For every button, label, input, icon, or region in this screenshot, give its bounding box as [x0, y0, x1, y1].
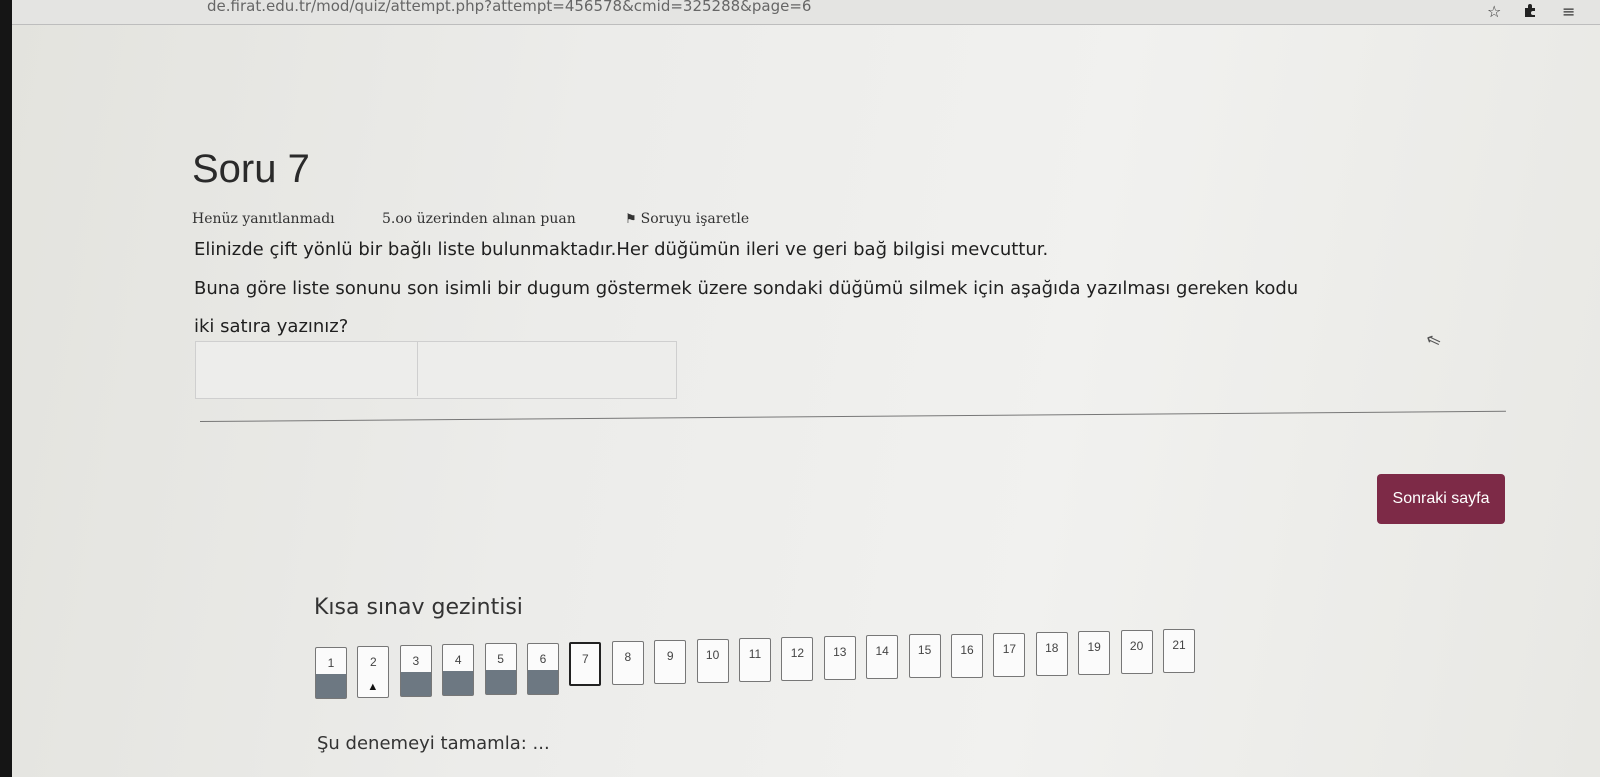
divider [199, 410, 1506, 422]
quiz-nav-button-number: 9 [666, 648, 674, 663]
quiz-nav-button-1[interactable]: 1 [315, 647, 347, 699]
quiz-nav-button-19[interactable]: 19 [1078, 630, 1111, 675]
quiz-nav-button-4[interactable]: 4 [442, 644, 475, 697]
quiz-nav-button-number: 7 [582, 651, 589, 666]
quiz-nav-button-number: 3 [412, 654, 420, 669]
question-points: 5.oo üzerinden alınan puan [382, 211, 576, 227]
quiz-nav-button-number: 5 [497, 652, 504, 667]
quiz-nav-button-number: 15 [917, 643, 932, 658]
quiz-nav-button-number: 11 [748, 647, 762, 661]
quiz-nav-button-18[interactable]: 18 [1035, 631, 1068, 676]
quiz-nav-button-5[interactable]: 5 [484, 643, 517, 696]
quiz-nav-button-15[interactable]: 15 [908, 634, 941, 679]
next-page-button[interactable]: Sonraki sayfa [1377, 474, 1505, 524]
question-text-line-2: Buna göre liste sonunu son isimli bir du… [194, 278, 1299, 299]
quiz-nav-button-2[interactable]: 2 ▲ [357, 646, 390, 699]
browser-toolbar: de.firat.edu.tr/mod/quiz/attempt.php?att… [12, 0, 1600, 25]
quiz-nav-button-8[interactable]: 8 [611, 640, 644, 685]
quiz-nav-button-number: 4 [454, 653, 462, 668]
quiz-nav-button-6[interactable]: 6 [527, 642, 559, 695]
question-text-line-3: iki satıra yazınız? [194, 316, 349, 337]
quiz-nav-button-10[interactable]: 10 [696, 638, 729, 683]
puzzle-icon[interactable] [1522, 2, 1538, 22]
quiz-nav-button-number: 20 [1129, 638, 1144, 653]
flag-label: Soruyu işaretle [640, 211, 750, 227]
quiz-nav-button-number: 14 [875, 644, 889, 659]
star-icon[interactable]: ☆ [1487, 2, 1501, 21]
quiz-nav-button-7[interactable]: 7 [569, 641, 602, 686]
screen-bezel [0, 0, 12, 777]
answer-input-1[interactable] [196, 342, 418, 396]
quiz-nav-button-number: 8 [624, 649, 632, 664]
quiz-nav-button-17[interactable]: 17 [993, 632, 1026, 677]
answer-area [195, 341, 677, 399]
quiz-nav-button-14[interactable]: 14 [866, 635, 899, 680]
quiz-nav-button-20[interactable]: 20 [1120, 629, 1153, 674]
quiz-nav-button-12[interactable]: 12 [781, 637, 814, 682]
quiz-nav-button-number: 2 [370, 655, 377, 670]
quiz-nav-button-number: 13 [833, 645, 847, 660]
quiz-nav-button-9[interactable]: 9 [654, 639, 687, 684]
quiz-nav-button-number: 16 [960, 642, 974, 657]
quiz-nav-button-number: 21 [1172, 638, 1186, 652]
quiz-nav-button-number: 19 [1087, 639, 1101, 654]
quiz-nav-button-3[interactable]: 3 [399, 645, 432, 698]
question-text-line-1: Elinizde çift yönlü bir bağlı liste bulu… [194, 239, 1049, 260]
answer-input-2[interactable] [418, 342, 674, 396]
menu-icon[interactable]: ≡ [1562, 2, 1575, 21]
question-title: Soru 7 [192, 147, 310, 191]
quiz-navigation-title: Kısa sınav gezintisi [314, 595, 523, 620]
flag-icon: ⚑ [625, 212, 637, 227]
address-bar[interactable]: de.firat.edu.tr/mod/quiz/attempt.php?att… [207, 0, 811, 15]
finish-attempt-link[interactable]: Şu denemeyi tamamla: ... [317, 733, 550, 754]
quiz-nav-button-16[interactable]: 16 [951, 633, 983, 678]
flag-question-link[interactable]: ⚑ Soruyu işaretle [625, 211, 749, 227]
quiz-nav-button-number: 1 [327, 656, 335, 670]
quiz-nav-button-number: 6 [539, 651, 547, 666]
quiz-nav-button-number: 10 [705, 647, 720, 662]
quiz-nav-button-number: 17 [1002, 641, 1017, 656]
page-content: Soru 7 Henüz yanıtlanmadı 5.oo üzerinden… [12, 25, 1600, 777]
warning-triangle-icon: ▲ [367, 681, 379, 694]
quiz-nav-button-11[interactable]: 11 [739, 638, 771, 682]
quiz-nav-button-number: 12 [790, 646, 805, 661]
question-status: Henüz yanıtlanmadı [192, 211, 335, 227]
quiz-nav-button-13[interactable]: 13 [823, 636, 856, 681]
quiz-nav-button-21[interactable]: 21 [1163, 629, 1195, 673]
quiz-nav-button-number: 18 [1045, 640, 1059, 655]
